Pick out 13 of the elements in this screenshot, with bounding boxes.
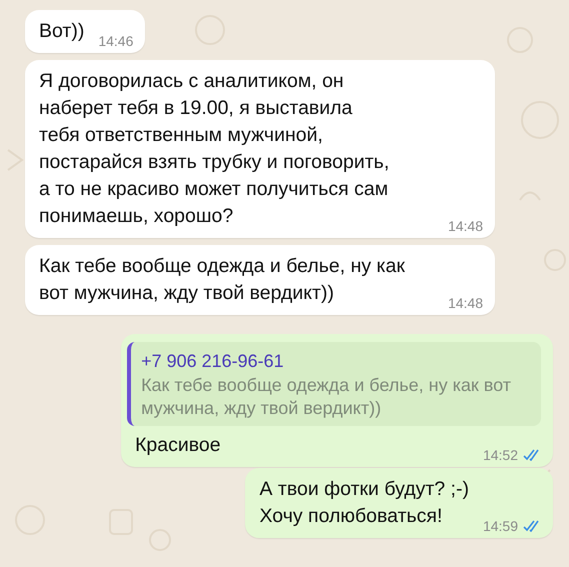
message-text: Красивое xyxy=(135,433,221,458)
quote-text: Как тебе вообще одежда и белье, ну как вот мужчина, жду твой вердикт)) xyxy=(141,374,511,420)
message-text: Как тебе вообще одежда и белье, ну как вот мужчина, жду твой вердикт)) xyxy=(39,254,405,306)
message-text: Вот)) xyxy=(39,19,84,44)
quoted-message[interactable]: +7 906 216-96-61 Как тебе вообще одежда и белье, ну как вот мужчина, жду твой вердикт)) xyxy=(127,342,541,426)
message-time: 14:48 xyxy=(448,218,483,234)
message-time: 14:46 xyxy=(98,33,134,49)
message-text: Я договорилась с аналитиком, он наберет тебя в 19.00, я выставила тебя ответственным мужчиной, постарайся взять трубку и поговорить, а то не красиво может получиться сам понимаешь, хорошо? xyxy=(39,69,390,229)
message-time: 14:52 xyxy=(482,447,518,463)
message-text: А твои фотки будут? ;-) Хочу полюбоваться! xyxy=(259,477,469,529)
quote-author: +7 906 216-96-61 xyxy=(141,350,285,373)
message-time: 14:59 xyxy=(482,518,518,534)
message-time: 14:48 xyxy=(448,295,483,311)
